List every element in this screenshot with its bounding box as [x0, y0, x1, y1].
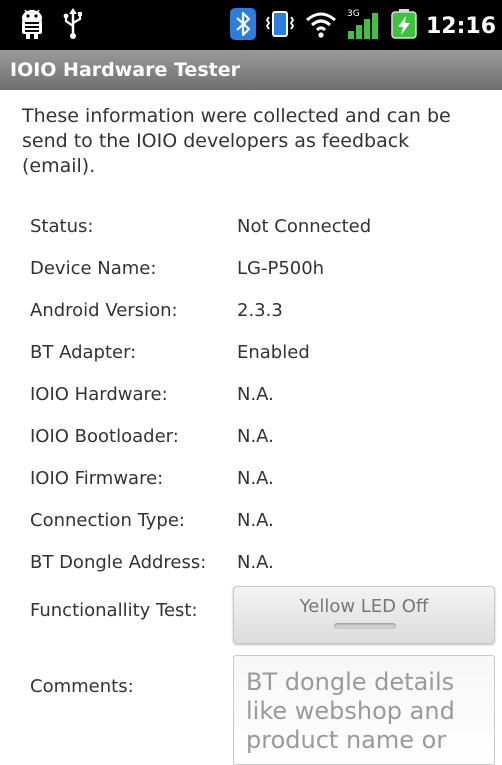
signal-3g-icon: 3G	[346, 7, 382, 45]
field-value: N.A.	[237, 384, 274, 405]
bluetooth-icon	[229, 8, 256, 44]
field-value: N.A.	[237, 510, 274, 531]
info-row-bt-adapter: BT Adapter: Enabled	[30, 332, 490, 374]
comments-label: Comments:	[30, 676, 134, 697]
field-value: 2.3.3	[237, 300, 283, 321]
field-value: N.A.	[237, 552, 274, 573]
info-row-bt-dongle-address: BT Dongle Address: N.A.	[30, 542, 490, 584]
status-bar-system: 3G 12:16	[229, 6, 502, 46]
info-row-device-name: Device Name: LG-P500h	[30, 248, 490, 290]
vibrate-icon	[264, 8, 296, 44]
info-row-connection-type: Connection Type: N.A.	[30, 500, 490, 542]
yellow-led-toggle-button[interactable]: Yellow LED Off	[233, 586, 495, 644]
toggle-indicator	[334, 623, 396, 629]
info-row-ioio-bootloader: IOIO Bootloader: N.A.	[30, 416, 490, 458]
field-value: N.A.	[237, 468, 274, 489]
field-label: Device Name:	[30, 258, 157, 279]
field-value: Not Connected	[237, 216, 372, 237]
field-label: Android Version:	[30, 300, 178, 321]
status-bar-clock: 12:16	[425, 13, 496, 39]
field-label: IOIO Hardware:	[30, 384, 168, 405]
app-title-bar: IOIO Hardware Tester	[0, 50, 502, 90]
info-row-android-version: Android Version: 2.3.3	[30, 290, 490, 332]
field-label: BT Dongle Address:	[30, 552, 207, 573]
functionality-test-label: Functionallity Test:	[30, 600, 198, 621]
status-bar-notifications	[18, 8, 84, 44]
info-row-ioio-firmware: IOIO Firmware: N.A.	[30, 458, 490, 500]
field-value: Enabled	[237, 342, 310, 363]
network-type-label: 3G	[347, 9, 360, 19]
field-value: LG-P500h	[237, 258, 325, 279]
field-label: BT Adapter:	[30, 342, 137, 363]
comments-input[interactable]	[233, 655, 495, 765]
field-label: Connection Type:	[30, 510, 185, 531]
field-value: N.A.	[237, 426, 274, 447]
info-row-ioio-hardware: IOIO Hardware: N.A.	[30, 374, 490, 416]
info-row-status: Status: Not Connected	[30, 206, 490, 248]
android-icon	[18, 8, 46, 44]
field-label: IOIO Bootloader:	[30, 426, 179, 447]
field-label: IOIO Firmware:	[30, 468, 164, 489]
usb-icon	[62, 8, 84, 44]
toggle-button-label: Yellow LED Off	[299, 596, 429, 617]
field-label: Status:	[30, 216, 94, 237]
intro-text: These information were collected and can…	[22, 105, 451, 177]
battery-charging-icon	[390, 8, 418, 44]
status-bar: 3G 12:16	[0, 0, 502, 50]
app-title: IOIO Hardware Tester	[10, 59, 240, 81]
wifi-icon	[304, 8, 338, 44]
